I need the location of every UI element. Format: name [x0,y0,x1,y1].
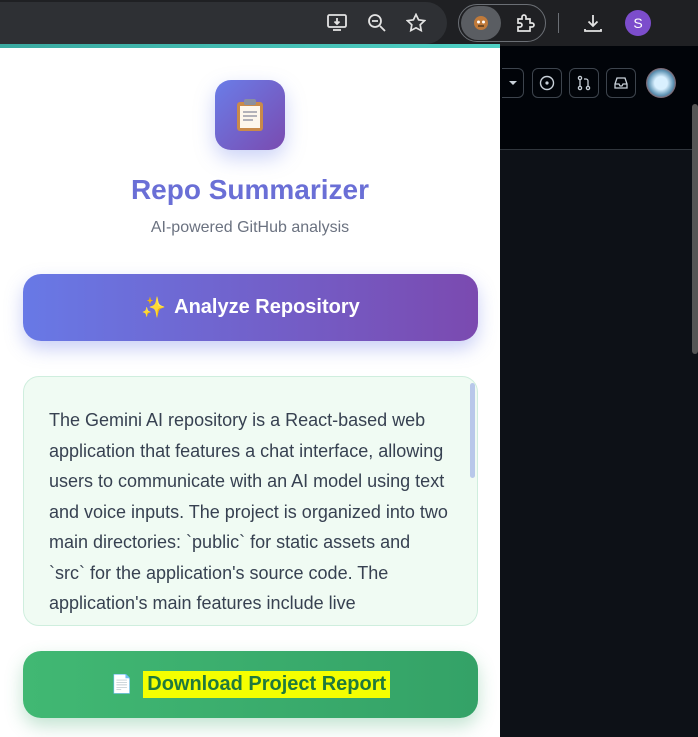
toolbar-separator [558,13,559,33]
analyze-button-label: Analyze Repository [174,296,360,318]
chevron-down-icon[interactable] [502,68,524,98]
pull-requests-icon[interactable] [569,68,599,98]
summary-text: The Gemini AI repository is a React-base… [49,410,448,625]
summary-panel[interactable]: The Gemini AI repository is a React-base… [23,376,478,626]
document-icon: 📄 [110,674,134,694]
install-app-icon[interactable] [323,8,353,38]
inbox-icon[interactable] [606,68,636,98]
download-report-button[interactable]: 📄 Download Project Report [23,651,478,718]
profile-avatar[interactable]: S [625,10,651,36]
page-scrollbar[interactable] [692,104,698,354]
zoom-icon[interactable] [362,8,392,38]
download-icon[interactable] [578,8,608,38]
repo-summarizer-extension-icon[interactable] [461,6,501,40]
browser-toolbar: S [0,0,698,46]
github-page-background [500,46,698,737]
analyze-repository-button[interactable]: ✨ Analyze Repository [23,274,478,341]
app-title: Repo Summarizer [130,174,370,205]
github-header [500,46,698,150]
issues-icon[interactable] [532,68,562,98]
app-subtitle: AI-powered GitHub analysis [150,219,350,236]
sparkles-icon: ✨ [141,297,167,319]
extension-popup: Repo Summarizer AI-powered GitHub analys… [0,48,500,737]
download-button-label: Download Project Report [143,671,391,698]
clipboard-icon [215,80,285,150]
extensions-puzzle-icon[interactable] [511,8,541,38]
github-user-avatar[interactable] [646,68,676,98]
bookmark-star-icon[interactable] [401,8,431,38]
summary-scrollbar[interactable] [470,383,475,478]
